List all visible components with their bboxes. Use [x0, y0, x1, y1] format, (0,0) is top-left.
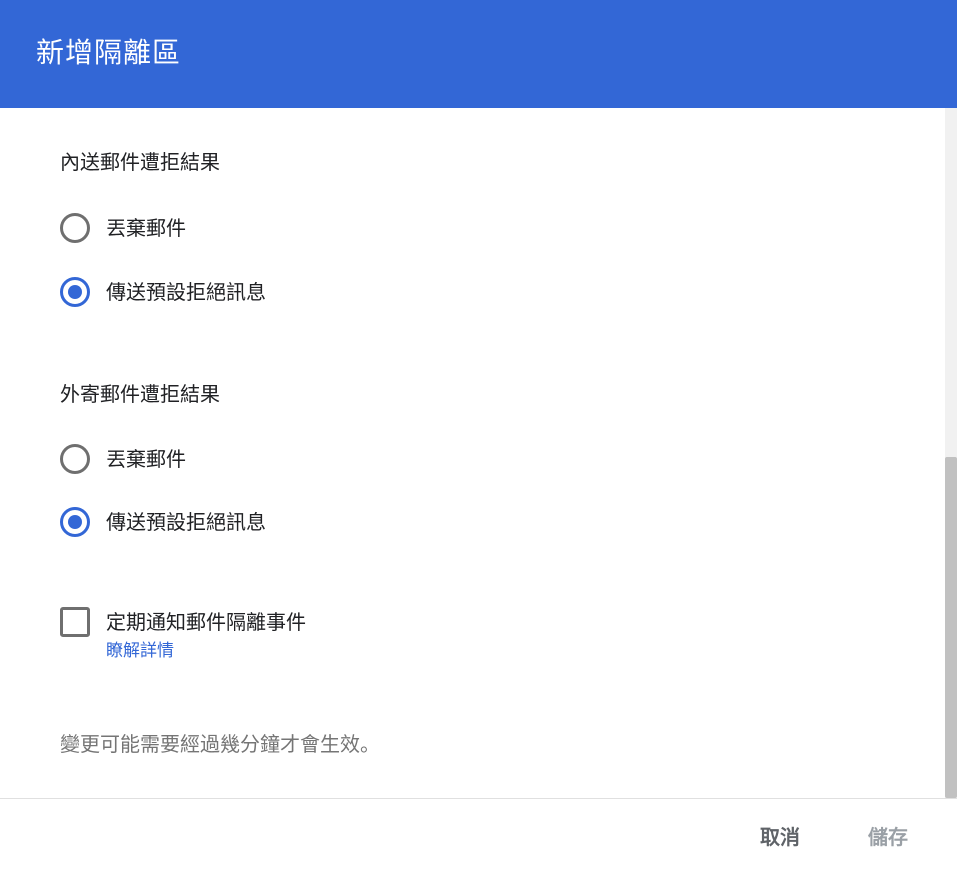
notify-quarantine-label: 定期通知郵件隔離事件	[106, 610, 306, 634]
dialog-content: 內送郵件遭拒結果 丟棄郵件 傳送預設拒絕訊息 外寄郵件遭拒結果 丟棄郵件 傳送預…	[0, 108, 945, 798]
inbound-option-drop[interactable]: 丟棄郵件	[60, 212, 186, 244]
radio-selected-dot	[68, 285, 82, 299]
cancel-button[interactable]: 取消	[760, 823, 800, 851]
add-quarantine-dialog: 新增隔離區 內送郵件遭拒結果 丟棄郵件 傳送預設拒絕訊息 外寄郵件遭拒結果 丟棄…	[0, 0, 957, 875]
scrollbar-thumb[interactable]	[945, 457, 957, 798]
dialog-header: 新增隔離區	[0, 0, 957, 108]
outbound-send-rejection-label: 傳送預設拒絕訊息	[106, 510, 266, 534]
inbound-drop-radio[interactable]	[60, 213, 90, 243]
outbound-drop-label: 丟棄郵件	[106, 447, 186, 471]
radio-selected-dot	[68, 515, 82, 529]
inbound-option-send-rejection[interactable]: 傳送預設拒絕訊息	[60, 276, 266, 308]
inbound-send-rejection-label: 傳送預設拒絕訊息	[106, 280, 266, 304]
save-button[interactable]: 儲存	[868, 823, 908, 851]
inbound-rejection-heading: 內送郵件遭拒結果	[60, 150, 220, 174]
outbound-drop-radio[interactable]	[60, 444, 90, 474]
outbound-option-drop[interactable]: 丟棄郵件	[60, 443, 186, 475]
outbound-rejection-heading: 外寄郵件遭拒結果	[60, 382, 220, 406]
content-scrollbar[interactable]	[945, 108, 957, 798]
notify-quarantine-row[interactable]: 定期通知郵件隔離事件	[60, 606, 306, 638]
notify-quarantine-checkbox[interactable]	[60, 607, 90, 637]
outbound-send-rejection-radio[interactable]	[60, 507, 90, 537]
learn-more-link[interactable]: 瞭解詳情	[106, 639, 174, 663]
outbound-option-send-rejection[interactable]: 傳送預設拒絕訊息	[60, 506, 266, 538]
inbound-drop-label: 丟棄郵件	[106, 216, 186, 240]
inbound-send-rejection-radio[interactable]	[60, 277, 90, 307]
changes-delay-note: 變更可能需要經過幾分鐘才會生效。	[60, 732, 380, 756]
dialog-footer: 取消 儲存	[0, 798, 957, 875]
dialog-title: 新增隔離區	[36, 36, 182, 69]
